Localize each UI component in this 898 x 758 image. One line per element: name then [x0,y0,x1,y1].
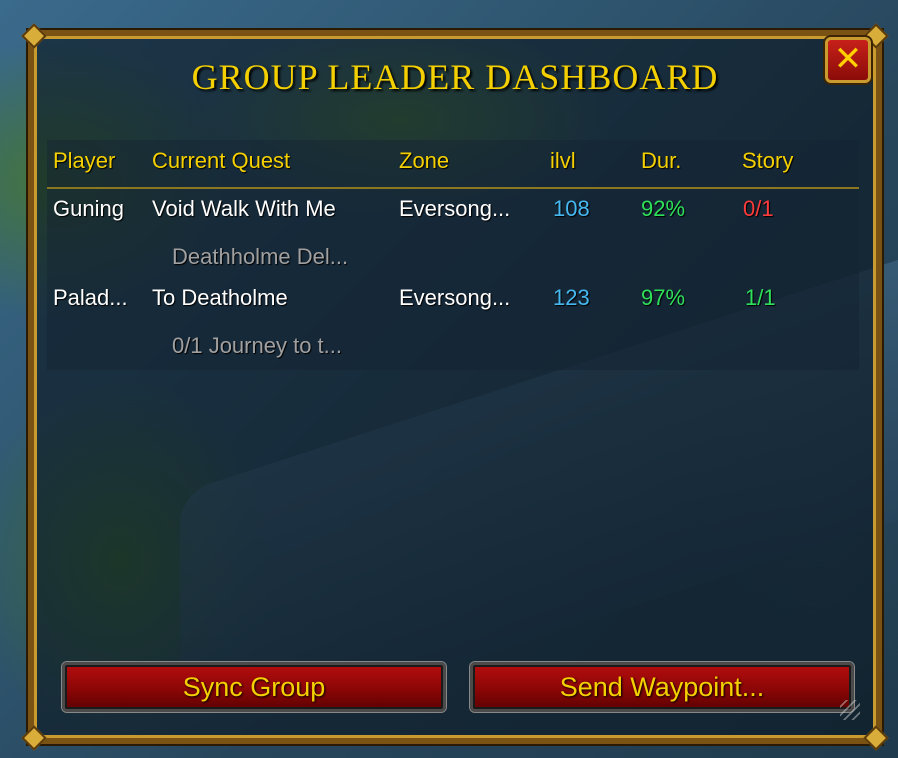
row-item-level: 108 [553,196,590,221]
close-button[interactable]: ✕ [825,37,871,83]
row-player-name[interactable]: Palad... [53,285,128,311]
send-waypoint-button[interactable]: Send Waypoint... [470,662,854,712]
row-story-progress: 0/1 [743,196,774,221]
row-zone: Eversong... [399,285,511,310]
header-durability[interactable]: Dur. [641,148,681,174]
row-player-name[interactable]: Guning [53,196,124,222]
row-item-level: 123 [553,285,590,310]
header-player[interactable]: Player [53,148,115,174]
header-current-quest[interactable]: Current Quest [152,148,290,174]
resize-grip-icon[interactable] [840,700,860,720]
dashboard-window: GROUP LEADER DASHBOARD [21,23,889,751]
header-ilvl[interactable]: ilvl [550,148,576,174]
group-table [47,140,859,370]
frame-corner-ornament [21,23,47,49]
header-zone[interactable]: Zone [399,148,449,174]
row-story-progress: 1/1 [745,285,776,310]
row-durability: 97% [641,285,686,310]
row-current-quest[interactable]: Void Walk With Me [152,196,336,222]
row-zone: Eversong... [399,196,511,221]
header-story[interactable]: Story [742,148,793,174]
row-current-quest[interactable]: To Deatholme [152,285,288,311]
frame-corner-ornament [21,725,47,751]
frame-corner-ornament [863,725,889,751]
window-title: GROUP LEADER DASHBOARD [191,57,719,97]
header-divider [47,187,859,189]
row-quest-objective: 0/1 Journey to t... [172,333,342,358]
row-quest-objective: Deathholme Del... [172,244,349,269]
sync-group-button[interactable]: Sync Group [62,662,446,712]
close-icon: ✕ [833,39,863,79]
row-durability: 92% [641,196,686,221]
